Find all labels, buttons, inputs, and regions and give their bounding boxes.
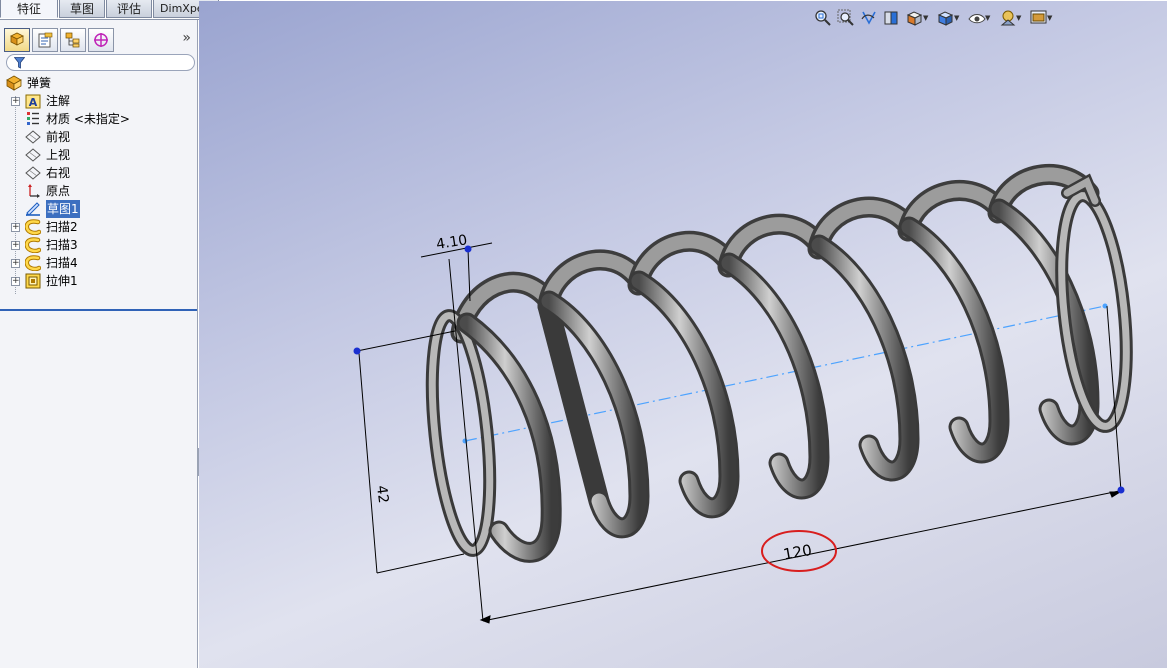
dimxpert-manager-tab[interactable]	[88, 28, 114, 52]
tree-item-label: 前视	[46, 130, 71, 144]
tree-item-sketch1[interactable]: 草图1	[0, 200, 197, 218]
expand-toggle[interactable]: +	[11, 259, 20, 268]
diameter-dimension-label[interactable]: 42	[373, 485, 391, 505]
expand-toggle[interactable]: +	[11, 277, 20, 286]
tree-item-annotations[interactable]: + A 注解	[0, 92, 197, 110]
expand-pane-button[interactable]: »	[182, 30, 191, 46]
previous-view-button[interactable]	[860, 9, 878, 27]
part-icon	[6, 75, 22, 91]
material-icon	[27, 112, 39, 125]
plane-icon	[25, 130, 41, 144]
tree-item-origin[interactable]: 原点	[0, 182, 197, 200]
sweep-icon	[25, 219, 41, 235]
dimxpert-manager-icon	[94, 33, 108, 47]
hide-show-items-button[interactable]: ▼	[968, 9, 994, 27]
dropdown-arrow-icon: ▼	[1047, 14, 1053, 22]
tree-item-label: 扫描3	[46, 238, 78, 252]
tree-item-label: 扫描4	[46, 256, 78, 270]
dropdown-arrow-icon: ▼	[985, 14, 991, 22]
annotations-icon: A	[25, 94, 41, 109]
configurationmanager-icon	[65, 32, 80, 48]
hide-show-items-icon	[968, 14, 986, 24]
display-style-icon	[937, 11, 954, 26]
tree-item-top-plane[interactable]: 上视	[0, 146, 197, 164]
manager-tabs	[4, 28, 194, 52]
tree-item-label: 原点	[46, 184, 71, 198]
tab-evaluate[interactable]: 评估	[106, 0, 153, 18]
tree-item-label: 材质 <未指定>	[46, 112, 130, 126]
configurationmanager-tab[interactable]	[60, 28, 86, 52]
apply-scene-icon	[1030, 10, 1047, 24]
dropdown-arrow-icon: ▼	[954, 14, 960, 22]
tree-item-front-plane[interactable]: 前视	[0, 128, 197, 146]
feature-filter-field[interactable]	[6, 54, 195, 71]
featuremanager-tab[interactable]	[4, 28, 30, 52]
dropdown-arrow-icon: ▼	[923, 14, 929, 22]
tab-sketch[interactable]: 草图	[59, 0, 106, 18]
tree-item-material[interactable]: 材质 <未指定>	[0, 110, 197, 128]
spring-coils-front	[425, 173, 1133, 563]
feature-manager-pane: » 弹簧 + A 注解 材质 <未指定> 前视 上视 右视 原点 草图1 + 扫…	[0, 20, 198, 668]
filter-icon	[14, 57, 25, 69]
heads-up-view-toolbar: ▼ ▼ ▼ ▼ ▼	[814, 8, 1061, 28]
tree-item-label: 草图1	[46, 200, 80, 218]
expand-toggle[interactable]: +	[11, 241, 20, 250]
tree-root-label: 弹簧	[27, 76, 52, 90]
section-view-icon	[884, 11, 898, 25]
tree-item-right-plane[interactable]: 右视	[0, 164, 197, 182]
zoom-to-area-button[interactable]	[837, 9, 855, 27]
tab-features[interactable]: 特征	[0, 0, 59, 18]
tree-item-sweep3[interactable]: + 扫描3	[0, 236, 197, 254]
rollback-bar[interactable]	[0, 309, 197, 311]
view-orientation-button[interactable]: ▼	[906, 9, 932, 27]
zoom-to-area-icon	[837, 9, 854, 26]
plane-icon	[25, 166, 41, 180]
expand-toggle[interactable]: +	[11, 97, 20, 106]
edit-appearance-icon	[1000, 10, 1016, 26]
edit-appearance-button[interactable]: ▼	[999, 9, 1025, 27]
tree-item-label: 注解	[46, 94, 71, 108]
apply-scene-button[interactable]: ▼	[1030, 9, 1056, 27]
expand-toggle[interactable]: +	[11, 223, 20, 232]
sketch-icon	[26, 202, 40, 216]
sweep-icon	[25, 255, 41, 271]
graphics-area[interactable]: 4.10 42 120 ▼ ▼ ▼ ▼ ▼	[199, 1, 1167, 668]
tree-item-label: 上视	[46, 148, 71, 162]
display-style-button[interactable]: ▼	[937, 9, 963, 27]
zoom-to-fit-button[interactable]	[814, 9, 832, 27]
extrude-icon	[25, 273, 41, 289]
tree-item-sweep4[interactable]: + 扫描4	[0, 254, 197, 272]
plane-icon	[25, 148, 41, 162]
section-view-button[interactable]	[883, 9, 901, 27]
tree-item-sweep2[interactable]: + 扫描2	[0, 218, 197, 236]
propertymanager-tab[interactable]	[32, 28, 58, 52]
view-orientation-icon	[906, 11, 923, 26]
featuremanager-icon	[10, 32, 24, 46]
feature-tree: 弹簧 + A 注解 材质 <未指定> 前视 上视 右视 原点 草图1 + 扫描2…	[0, 74, 197, 294]
length-dimension-label[interactable]: 120	[782, 541, 813, 564]
origin-icon	[28, 184, 40, 198]
tree-item-label: 扫描2	[46, 220, 78, 234]
previous-view-icon	[861, 11, 876, 25]
sweep-icon	[25, 237, 41, 253]
tree-item-label: 拉伸1	[46, 274, 78, 288]
tree-root-part[interactable]: 弹簧	[0, 74, 197, 92]
dropdown-arrow-icon: ▼	[1016, 14, 1022, 22]
spring-model[interactable]: 4.10 42 120	[199, 1, 1167, 668]
propertymanager-icon	[38, 32, 53, 48]
zoom-to-fit-icon	[815, 10, 831, 26]
pitch-dimension-label[interactable]: 4.10	[435, 232, 468, 253]
tree-item-extrude1[interactable]: + 拉伸1	[0, 272, 197, 290]
svg-text:A: A	[29, 96, 38, 109]
tree-item-label: 右视	[46, 166, 71, 180]
